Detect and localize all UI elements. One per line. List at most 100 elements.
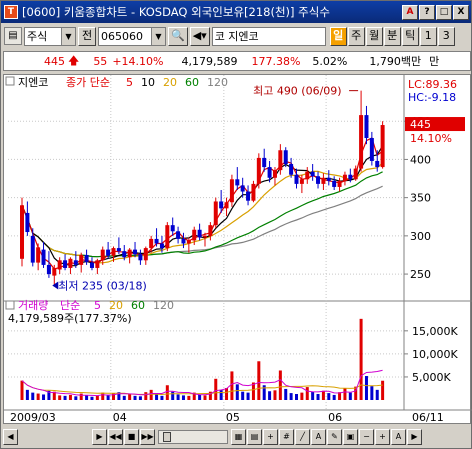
candle-body: [100, 249, 105, 261]
candle-body: [111, 248, 116, 256]
volume-bar: [332, 394, 336, 400]
layout2-icon[interactable]: ▤: [247, 428, 262, 445]
search-icon[interactable]: 🔍: [168, 26, 188, 46]
candle-body: [256, 157, 261, 184]
volume-ratio: 177.38%: [251, 54, 301, 68]
volume-legend-name: 거래량: [18, 299, 48, 312]
toolbar: ▤ 주식 ▼ 전 065060 ▼ 🔍 ◀▾ 코 지엔코 일 주 월 분 틱 1…: [1, 24, 471, 48]
volume-ma5-line: [21, 369, 383, 397]
candle-body: [337, 180, 342, 187]
chart-svg[interactable]: 45040035030025015,000K10,000K5,000K2009/…: [4, 75, 472, 425]
alert-icon[interactable]: A: [402, 4, 418, 20]
candle-body: [353, 168, 358, 180]
candle-body: [41, 249, 46, 265]
candle-body: [127, 249, 132, 258]
candle-body: [36, 247, 41, 263]
price-change-pct: +14.10%: [112, 54, 164, 68]
trade-amount: 1,790백만: [369, 55, 422, 68]
price-ma-period-5: 5: [126, 76, 133, 89]
chevron-down-icon[interactable]: ▼: [151, 27, 165, 45]
app-window: T [0600] 키움종합차트 - KOSDAQ 외국인보유[218(천)] 주…: [0, 0, 472, 449]
candle-body: [165, 225, 170, 249]
chart-area[interactable]: 45040035030025015,000K10,000K5,000K2009/…: [3, 74, 472, 425]
price-tick-label: 400: [410, 153, 431, 166]
candle-body: [375, 160, 380, 168]
period-week-button[interactable]: 주: [347, 26, 365, 46]
maximize-button[interactable]: □: [436, 4, 452, 20]
price-ma-period-120: 120: [207, 76, 228, 89]
lc-label: LC:89.36: [408, 78, 457, 91]
volume-ma20-line: [21, 380, 383, 396]
forward-button[interactable]: ▶▶: [140, 428, 155, 445]
plus-icon[interactable]: +: [375, 428, 390, 445]
volume-bar: [375, 389, 379, 400]
volume-bar: [343, 388, 347, 400]
low-annotation: 최저 235 (03/18): [58, 280, 147, 293]
period-month-button[interactable]: 월: [365, 26, 383, 46]
rewind-button[interactable]: ◀◀: [108, 428, 123, 445]
period-minute-button[interactable]: 분: [383, 26, 401, 46]
crosshair-icon[interactable]: +: [263, 428, 278, 445]
candle-body: [46, 264, 51, 275]
speaker-icon[interactable]: ◀▾: [189, 26, 210, 46]
volume-bar: [246, 392, 250, 400]
candle-body: [149, 238, 154, 249]
scroll-right-button[interactable]: ▶: [407, 428, 422, 445]
title-bar[interactable]: T [0600] 키움종합차트 - KOSDAQ 외국인보유[218(천)] 주…: [1, 1, 471, 23]
market-select[interactable]: 주식 ▼: [24, 26, 76, 46]
volume-ma-period-120: 120: [153, 299, 174, 312]
volume-tick-label: 15,000K: [412, 325, 458, 338]
candle-body: [283, 150, 288, 165]
fit-icon[interactable]: A: [391, 428, 406, 445]
candle-body: [305, 171, 310, 180]
layout-icon[interactable]: ▦: [231, 428, 246, 445]
trend-icon[interactable]: ╱: [295, 428, 310, 445]
candle-body: [133, 249, 138, 255]
candle-body: [197, 229, 202, 238]
low-arrow: [52, 281, 59, 290]
high-annotation: 최고 490 (06/09): [253, 85, 342, 98]
close-button[interactable]: X: [453, 4, 469, 20]
period-tick-button[interactable]: 틱: [401, 26, 419, 46]
x-tick-label: 04: [113, 411, 127, 424]
period-day-button[interactable]: 일: [329, 26, 347, 46]
stock-code-input[interactable]: 065060 ▼: [98, 26, 166, 46]
help-icon[interactable]: ?: [419, 4, 435, 20]
zoom-slider[interactable]: [158, 429, 228, 444]
volume-bar: [63, 395, 67, 400]
play-button[interactable]: ▶: [92, 428, 107, 445]
volume-value: 4,179,589: [181, 54, 238, 68]
text-icon[interactable]: A: [311, 428, 326, 445]
quote-info-bar: 445 🡅 55 +14.10% 4,179,589 177.38% 5.02%…: [3, 51, 471, 71]
candle-body: [294, 174, 299, 184]
slider-thumb[interactable]: [163, 431, 171, 442]
minus-icon[interactable]: −: [359, 428, 374, 445]
volume-bar: [144, 392, 148, 400]
volume-bar: [58, 395, 62, 400]
period-1-button[interactable]: 1: [419, 26, 437, 46]
scroll-left-button[interactable]: ◀: [3, 428, 18, 445]
save-icon[interactable]: ▣: [343, 428, 358, 445]
candle-body: [364, 115, 369, 139]
candle-body: [116, 248, 121, 252]
chart-settings-icon[interactable]: ▤: [4, 27, 22, 45]
volume-bar: [95, 395, 99, 400]
volume-bar: [273, 390, 277, 400]
prev-button[interactable]: 전: [78, 26, 96, 46]
candle-body: [229, 179, 234, 203]
period-3-button[interactable]: 3: [437, 26, 455, 46]
chevron-down-icon[interactable]: ▼: [61, 27, 75, 45]
grid-icon[interactable]: #: [279, 428, 294, 445]
candle-body: [342, 174, 347, 181]
pen-icon[interactable]: ✎: [327, 428, 342, 445]
price-ma-period-10: 10: [141, 76, 155, 89]
candle-body: [316, 176, 321, 184]
volume-ma-period-5: 5: [94, 299, 101, 312]
volume-bar: [85, 395, 89, 400]
candle-body: [95, 260, 100, 268]
stop-button[interactable]: ■: [124, 428, 139, 445]
x-tick-label: 05: [226, 411, 240, 424]
candle-body: [30, 235, 35, 263]
candle-body: [159, 243, 164, 249]
price-ma-period-60: 60: [185, 76, 199, 89]
